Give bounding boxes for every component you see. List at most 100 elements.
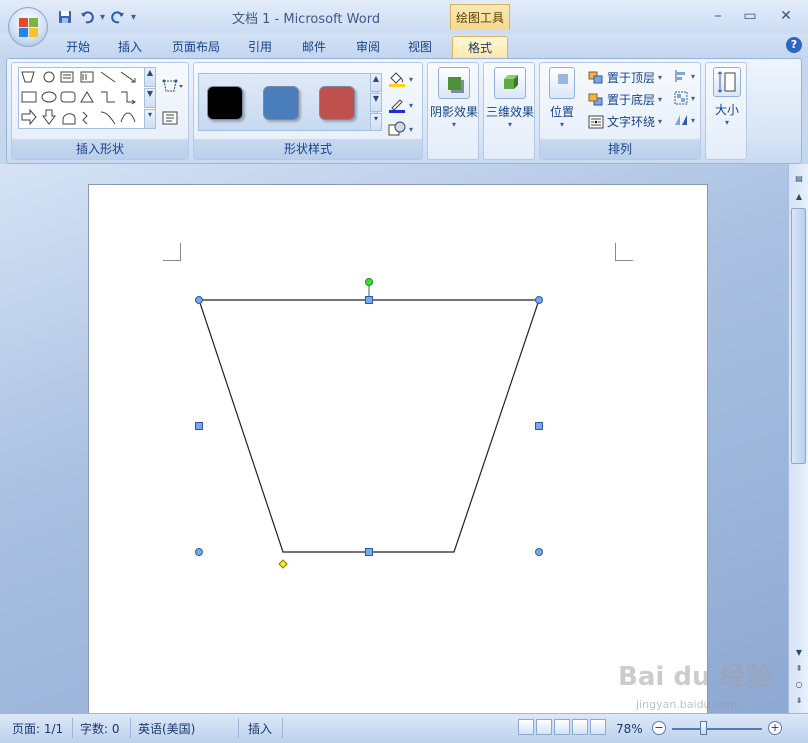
size-button[interactable]: 大小 ▾ (706, 67, 748, 127)
ribbon: ▲ ▼ ▾ 插入形状 ▲ ▼ ▾ ▾ ▾ ▾ ⬂ (6, 58, 802, 164)
resize-handle-left[interactable] (195, 422, 203, 430)
status-page[interactable]: 页面: 1/1 (12, 719, 63, 739)
minimize-button[interactable]: – (708, 8, 728, 24)
document-page[interactable] (88, 184, 708, 724)
shape-style-gallery[interactable] (198, 73, 378, 131)
baidu-watermark-url: jingyan.baidu.com (636, 698, 738, 711)
shadow-cube-icon (438, 67, 470, 99)
outline-view-icon[interactable] (572, 719, 588, 735)
group-3d-effects: 三维效果 ▾ (483, 62, 535, 160)
shape-fill-button[interactable]: ▾ (388, 71, 413, 87)
tab-mailings[interactable]: 邮件 (292, 36, 336, 58)
resize-handle-top[interactable] (365, 296, 373, 304)
customize-qat-icon[interactable]: ▾ (131, 12, 136, 23)
status-language[interactable]: 英语(美国) (138, 719, 195, 739)
zoom-level[interactable]: 78% (616, 719, 643, 739)
shape-gallery[interactable] (18, 67, 156, 129)
group-objects-button[interactable]: ▾ (674, 91, 695, 105)
position-dropdown-icon: ▾ (559, 120, 564, 129)
pen-outline-icon (389, 99, 405, 113)
tab-format[interactable]: 格式 (452, 36, 508, 58)
position-button[interactable]: 位置 ▾ (542, 67, 582, 129)
align-button[interactable]: ▾ (674, 69, 695, 83)
style-swatch-red[interactable] (319, 86, 355, 120)
scroll-down-icon[interactable]: ▼ (792, 648, 806, 660)
tab-insert[interactable]: 插入 (108, 36, 152, 58)
office-button[interactable] (8, 7, 48, 47)
zoom-slider-thumb[interactable] (700, 721, 707, 735)
change-shape-button[interactable]: ▾ (388, 121, 413, 137)
draft-view-icon[interactable] (590, 719, 606, 735)
gallery-more-icon[interactable]: ▾ (144, 109, 156, 129)
resize-handle-top-right[interactable] (535, 296, 543, 304)
tab-page-layout[interactable]: 页面布局 (164, 36, 228, 58)
style-scroll-down-icon[interactable]: ▼ (370, 93, 382, 112)
drawing-tools-header: 绘图工具 (450, 4, 510, 30)
gallery-scroll-down-icon[interactable]: ▼ (144, 88, 156, 108)
redo-icon[interactable] (109, 8, 127, 26)
shadow-effects-button[interactable]: 阴影效果 ▾ (428, 67, 480, 129)
text-wrap-button[interactable]: 文字环绕 ▾ (588, 113, 662, 130)
group-label-insert-shapes: 插入形状 (12, 139, 188, 159)
print-layout-view-icon[interactable] (518, 719, 534, 735)
style-more-icon[interactable]: ▾ (370, 113, 382, 131)
full-screen-reading-view-icon[interactable] (536, 719, 552, 735)
resize-handle-bottom-left[interactable] (195, 548, 203, 556)
group-shape-styles: ▲ ▼ ▾ ▾ ▾ ▾ ⬂ 形状样式 (193, 62, 423, 160)
window-title: 文档 1 - Microsoft Word (232, 12, 381, 27)
3d-cube-icon (494, 67, 526, 99)
ruler-toggle-icon[interactable]: ▤ (792, 174, 806, 186)
resize-handle-bottom[interactable] (365, 548, 373, 556)
text-box-icon[interactable] (162, 111, 178, 128)
group-label-shape-styles: 形状样式 (194, 139, 422, 159)
bring-to-front-button[interactable]: 置于顶层 ▾ (588, 69, 662, 86)
trapezoid-shape[interactable] (198, 299, 540, 553)
style-swatch-black[interactable] (207, 86, 243, 120)
shadow-dropdown-icon: ▾ (451, 120, 456, 129)
gallery-scroll-up-icon[interactable]: ▲ (144, 67, 156, 87)
status-divider (238, 718, 239, 738)
tab-review[interactable]: 审阅 (346, 36, 390, 58)
resize-handle-bottom-right[interactable] (535, 548, 543, 556)
send-to-back-label: 置于底层 (607, 93, 656, 107)
send-to-back-button[interactable]: 置于底层 ▾ (588, 91, 662, 108)
zoom-in-icon[interactable]: + (768, 721, 782, 735)
quick-access-toolbar: ▾ ▾ (56, 8, 136, 26)
adjust-handle[interactable] (278, 559, 288, 569)
help-icon[interactable]: ? (786, 37, 802, 53)
save-icon[interactable] (56, 8, 74, 26)
scroll-up-icon[interactable]: ▲ (792, 192, 806, 204)
vertical-scrollbar[interactable]: ▤ ▲ ▼ ⇞ ○ ⇟ (788, 164, 808, 713)
scrollbar-thumb[interactable] (791, 208, 806, 464)
fill-bucket-icon (389, 72, 405, 87)
resize-handle-top-left[interactable] (195, 296, 203, 304)
browse-object-icon[interactable]: ○ (792, 680, 806, 692)
rotate-button[interactable]: ▾ (674, 113, 695, 127)
maximize-button[interactable]: ▭ (740, 8, 760, 24)
rotate-icon (675, 115, 687, 125)
title-bar: ▾ ▾ 文档 1 - Microsoft Word 绘图工具 – ▭ ✕ (0, 0, 808, 34)
tab-view[interactable]: 视图 (398, 36, 442, 58)
group-insert-shapes: ▲ ▼ ▾ 插入形状 (11, 62, 189, 160)
status-word-count[interactable]: 字数: 0 (80, 719, 120, 739)
zoom-out-icon[interactable]: − (652, 721, 666, 735)
status-divider (72, 718, 73, 738)
close-button[interactable]: ✕ (776, 8, 796, 24)
undo-dropdown-icon[interactable]: ▾ (100, 12, 105, 23)
status-insert-mode[interactable]: 插入 (248, 719, 272, 739)
tab-references[interactable]: 引用 (238, 36, 282, 58)
next-page-icon[interactable]: ⇟ (792, 696, 806, 708)
style-scroll-up-icon[interactable]: ▲ (370, 73, 382, 92)
style-swatch-blue[interactable] (263, 86, 299, 120)
3d-effects-button[interactable]: 三维效果 ▾ (484, 67, 536, 129)
web-layout-view-icon[interactable] (554, 719, 570, 735)
zoom-slider-track[interactable] (672, 728, 762, 730)
resize-handle-right[interactable] (535, 422, 543, 430)
edit-shape-icon[interactable] (162, 79, 184, 96)
status-bar: 页面: 1/1 字数: 0 英语(美国) 插入 78% − + (0, 713, 808, 743)
previous-page-icon[interactable]: ⇞ (792, 664, 806, 676)
tab-home[interactable]: 开始 (56, 36, 100, 58)
shape-outline-button[interactable]: ▾ (388, 97, 413, 113)
undo-icon[interactable] (78, 8, 96, 26)
rotation-handle[interactable] (365, 278, 373, 286)
